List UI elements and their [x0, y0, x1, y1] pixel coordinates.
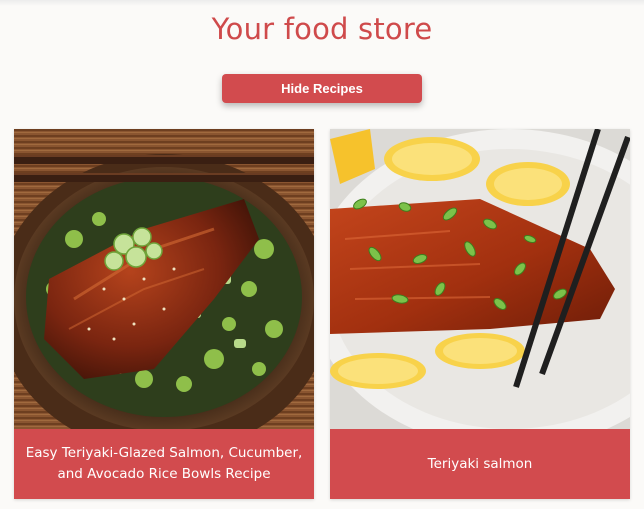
top-shadow: [0, 0, 644, 6]
recipe-title: Easy Teriyaki-Glazed Salmon, Cucumber, a…: [25, 445, 303, 482]
recipe-card[interactable]: Teriyaki salmon: [330, 129, 630, 499]
recipe-card[interactable]: Easy Teriyaki-Glazed Salmon, Cucumber, a…: [14, 129, 314, 499]
recipe-title: Teriyaki salmon: [427, 455, 533, 472]
hide-recipes-button[interactable]: Hide Recipes: [222, 74, 422, 103]
salmon-rice-bowl-photo: [14, 129, 314, 429]
teriyaki-salmon-plate-photo: [330, 129, 630, 429]
page-title: Your food store: [211, 12, 433, 46]
